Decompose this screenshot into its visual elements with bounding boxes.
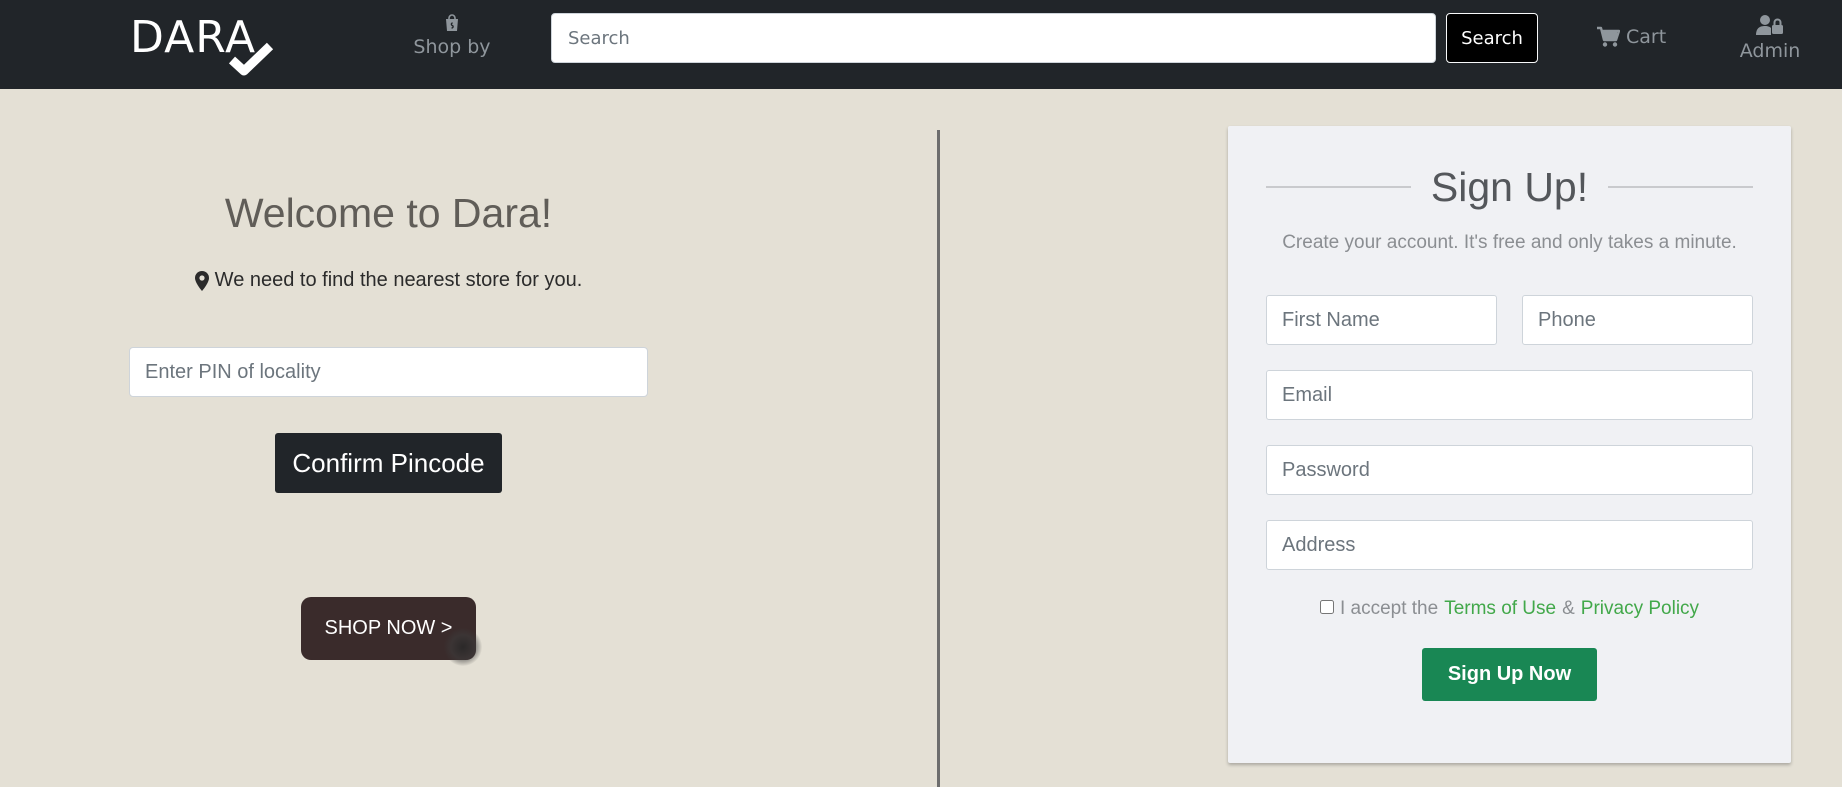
pin-input[interactable] <box>129 347 648 397</box>
confirm-pincode-button[interactable]: Confirm Pincode <box>275 433 502 493</box>
email-field[interactable] <box>1266 370 1753 420</box>
signup-title: Sign Up! <box>1430 163 1589 210</box>
sign-up-now-button[interactable]: Sign Up Now <box>1422 648 1597 701</box>
shopping-bag-icon <box>446 14 458 31</box>
password-field[interactable] <box>1266 445 1753 495</box>
cart-icon <box>1597 26 1620 47</box>
vertical-divider <box>937 130 940 787</box>
admin-link[interactable]: Admin <box>1735 14 1805 62</box>
first-name-field[interactable] <box>1266 295 1497 345</box>
accept-terms-row: I accept the Terms of Use & Privacy Poli… <box>1228 598 1791 620</box>
address-field[interactable] <box>1266 520 1753 570</box>
shop-by-menu[interactable]: Shop by <box>410 14 494 58</box>
search-button[interactable]: Search <box>1446 13 1538 63</box>
navbar: DARA Shop by Search Cart Admin <box>0 0 1842 89</box>
store-message-text: We need to find the nearest store for yo… <box>214 269 583 291</box>
user-lock-icon <box>1756 15 1783 35</box>
cart-label: Cart <box>1626 26 1667 48</box>
accept-terms-checkbox[interactable] <box>1319 600 1334 614</box>
store-message: We need to find the nearest store for yo… <box>129 269 648 292</box>
welcome-title: Welcome to Dara! <box>224 190 553 236</box>
signup-card: Sign Up! Create your account. It's free … <box>1228 126 1791 763</box>
signup-subtitle: Create your account. It's free and only … <box>1282 232 1737 253</box>
logo[interactable]: DARA <box>130 12 280 76</box>
map-marker-icon <box>194 270 209 291</box>
search-input[interactable] <box>551 13 1436 63</box>
cart-link[interactable]: Cart <box>1596 26 1666 48</box>
title-rule-left <box>1266 186 1411 188</box>
phone-field[interactable] <box>1522 295 1753 345</box>
admin-label: Admin <box>1739 40 1801 62</box>
privacy-policy-link[interactable]: Privacy Policy <box>1581 598 1699 620</box>
terms-of-use-link[interactable]: Terms of Use <box>1444 598 1556 620</box>
shop-by-label: Shop by <box>413 36 491 58</box>
checkmark-icon <box>228 42 274 76</box>
cursor-indicator <box>444 628 482 666</box>
title-rule-right <box>1608 186 1754 188</box>
ampersand: & <box>1562 598 1575 619</box>
signup-title-row: Sign Up! <box>1266 162 1754 212</box>
accept-text: I accept the <box>1339 598 1439 619</box>
